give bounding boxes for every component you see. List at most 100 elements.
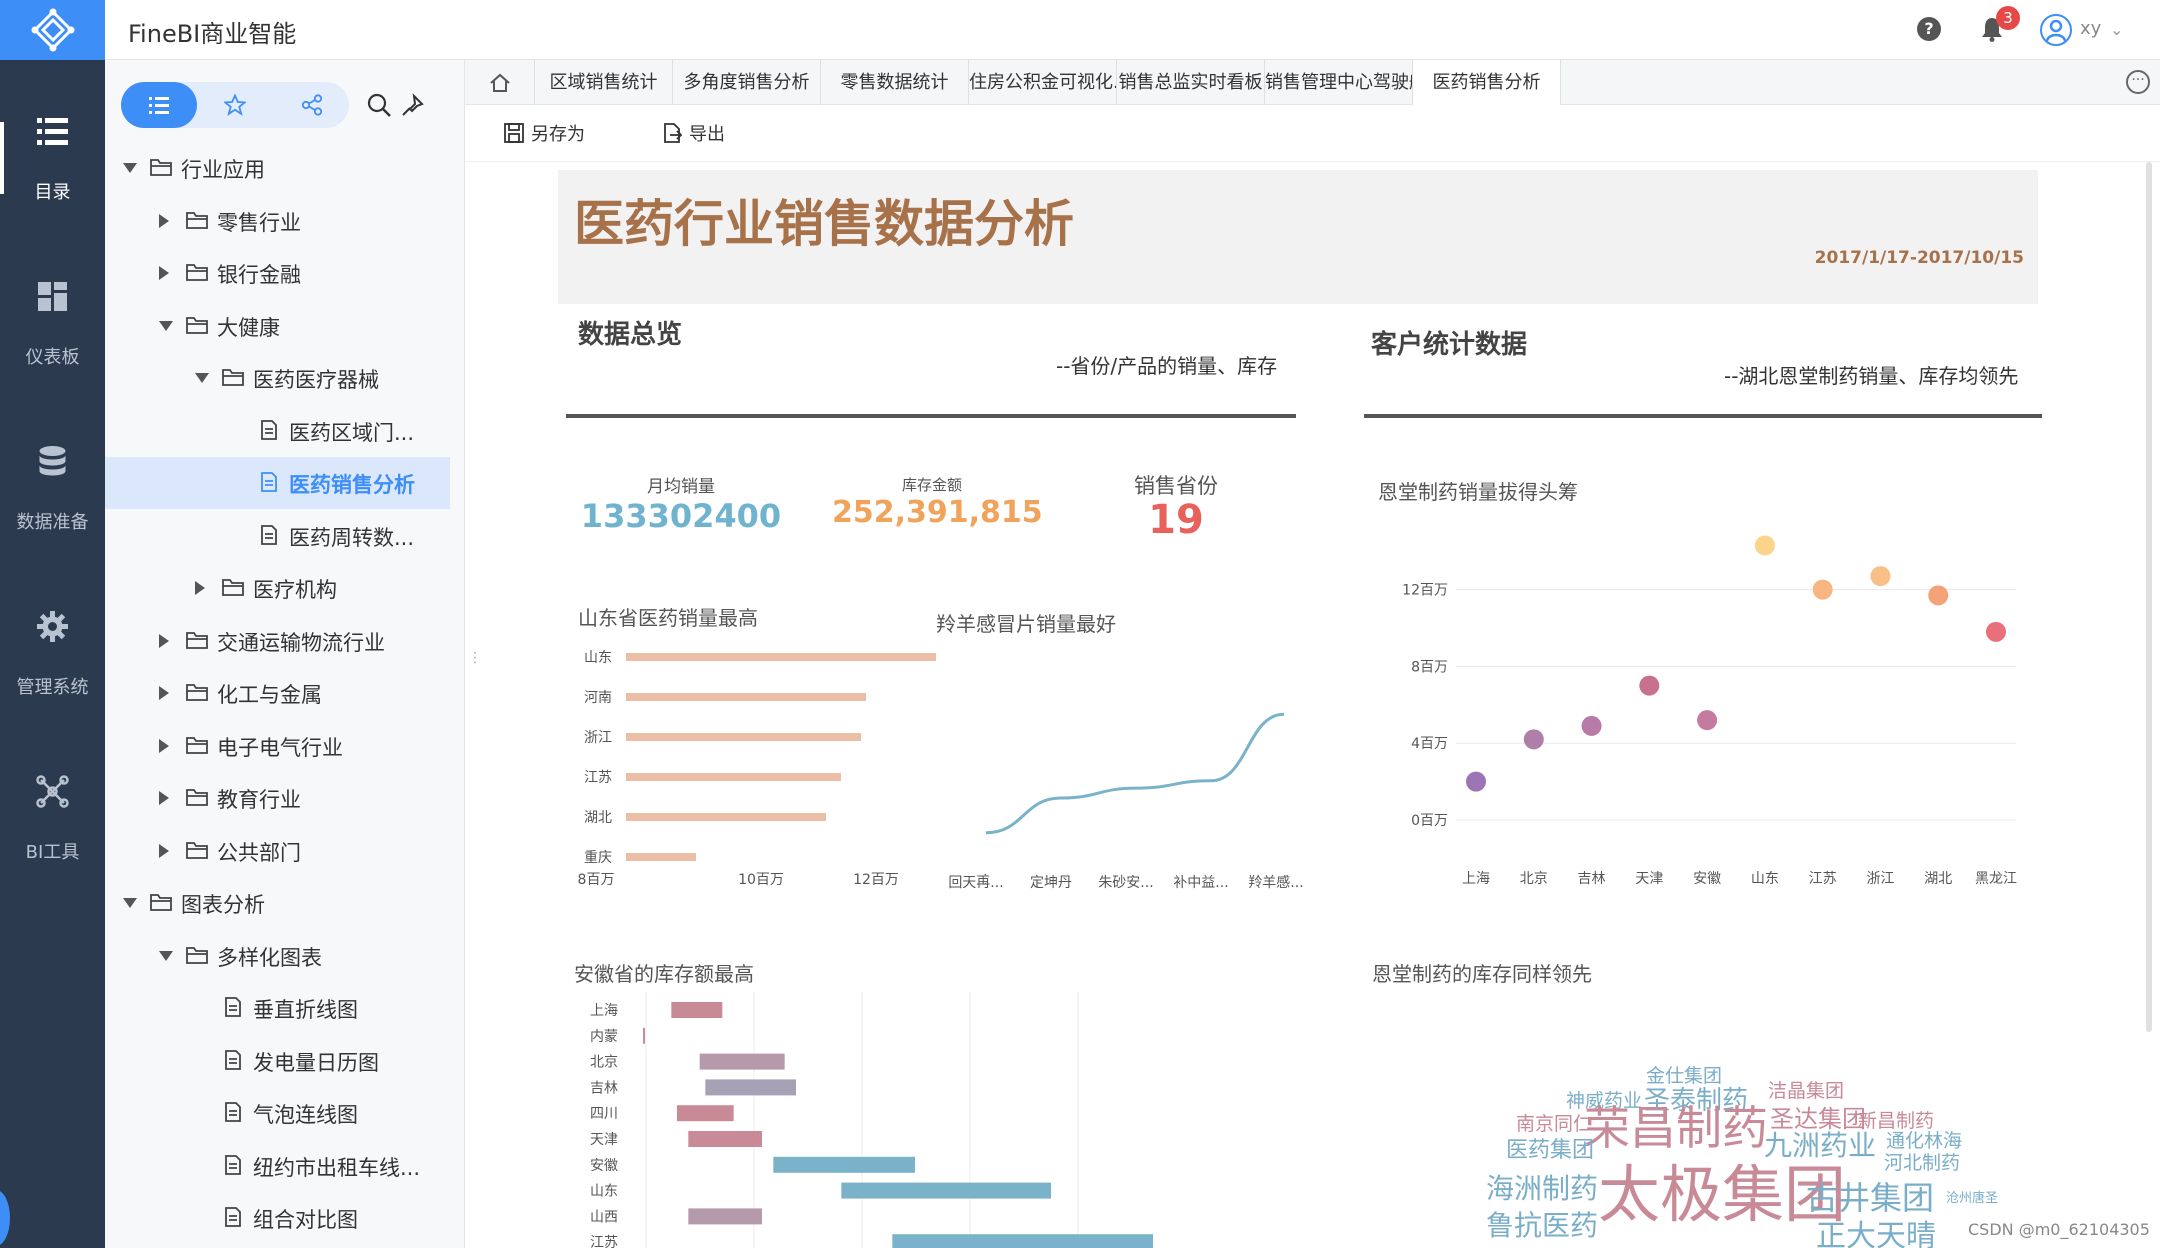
tree-row[interactable]: 组合对比图: [105, 1192, 450, 1244]
export-button[interactable]: 导出: [661, 120, 725, 146]
caret-right-icon[interactable]: [195, 581, 205, 595]
tree-row[interactable]: 医疗机构: [105, 562, 450, 614]
tab-sales-cockpit[interactable]: 销售管理中心驾驶舱: [1265, 60, 1413, 105]
range-bar[interactable]: [643, 1027, 645, 1044]
range-bar[interactable]: [677, 1105, 734, 1122]
scatter-point[interactable]: [1986, 621, 2006, 642]
caret-right-icon[interactable]: [159, 633, 169, 648]
wordcloud-word[interactable]: 通化林海: [1886, 1132, 1962, 1151]
view-list-button[interactable]: [121, 82, 197, 128]
tree-row[interactable]: 医药销售分析: [105, 457, 450, 509]
tree-row[interactable]: 银行金融: [105, 247, 450, 299]
dashboard-scrollbar[interactable]: [2146, 162, 2152, 1032]
tree-row[interactable]: 垂直折线图: [105, 982, 450, 1034]
scatter-point[interactable]: [1697, 710, 1718, 731]
bar[interactable]: [626, 853, 696, 861]
bar[interactable]: [626, 653, 936, 661]
range-bar[interactable]: [705, 1079, 796, 1096]
caret-down-icon[interactable]: [123, 163, 137, 173]
tree-row[interactable]: 医药周转数...: [105, 510, 450, 562]
scatter-point[interactable]: [1466, 771, 1486, 792]
tree-row[interactable]: 交通运输物流行业: [105, 615, 450, 667]
caret-right-icon[interactable]: [159, 791, 169, 805]
tab-retail-stats[interactable]: 零售数据统计: [821, 60, 969, 105]
range-bar[interactable]: [671, 1002, 723, 1018]
tree-row[interactable]: 医药区域门...: [105, 405, 450, 457]
wordcloud-word[interactable]: 鲁抗医药: [1486, 1212, 1598, 1240]
more-options-icon[interactable]: ···: [2126, 70, 2150, 94]
nav-item-management[interactable]: 管理系统: [0, 555, 105, 720]
wordcloud-word[interactable]: 九洲药业: [1764, 1132, 1876, 1160]
tree-row[interactable]: 行业应用: [105, 142, 450, 194]
tree-row[interactable]: 大健康: [105, 300, 450, 352]
bar[interactable]: [626, 733, 861, 741]
scatter-point[interactable]: [1928, 585, 1949, 606]
tree-row[interactable]: 多样化图表: [105, 930, 450, 982]
bar[interactable]: [626, 813, 826, 821]
nav-item-bi-tools[interactable]: BI工具: [0, 720, 105, 885]
range-bar[interactable]: [688, 1208, 762, 1225]
tree-row[interactable]: 纽约市出租车线...: [105, 1140, 450, 1192]
wordcloud-word[interactable]: 沧州唐圣: [1946, 1192, 1998, 1205]
nav-item-data-prep[interactable]: 数据准备: [0, 390, 105, 555]
wordcloud-word[interactable]: 医药集团: [1506, 1140, 1594, 1162]
tree-row[interactable]: 零售行业: [105, 195, 450, 247]
scatter-point[interactable]: [1870, 566, 1891, 587]
star-icon[interactable]: [224, 94, 246, 116]
tree-row[interactable]: 气泡连线图: [105, 1087, 450, 1139]
caret-right-icon[interactable]: [159, 738, 169, 753]
wordcloud-word[interactable]: 古井集团: [1806, 1182, 1934, 1214]
wordcloud-word[interactable]: 南京同仁: [1516, 1115, 1592, 1134]
wordcloud-word[interactable]: 海洲制药: [1486, 1175, 1598, 1203]
range-bar[interactable]: [699, 1053, 785, 1070]
caret-right-icon[interactable]: [159, 843, 169, 858]
scatter-point[interactable]: [1812, 579, 1833, 600]
scatter-point[interactable]: [1639, 675, 1660, 696]
caret-down-icon[interactable]: [159, 950, 173, 961]
user-name[interactable]: xy: [2080, 18, 2101, 39]
caret-down-icon[interactable]: [123, 898, 137, 908]
tab-sales-director-board[interactable]: 销售总监实时看板: [1117, 60, 1265, 105]
tree-row[interactable]: 医药医疗器械: [105, 352, 450, 404]
tree-row[interactable]: 公共部门: [105, 825, 450, 877]
caret-right-icon[interactable]: [159, 266, 169, 280]
bar[interactable]: [626, 693, 866, 701]
home-tab[interactable]: [465, 60, 535, 105]
range-bar[interactable]: [688, 1131, 762, 1147]
tab-pharma-sales[interactable]: 医药销售分析: [1413, 60, 1561, 105]
wordcloud-word[interactable]: 荣昌制药: [1584, 1105, 1768, 1151]
tree-row[interactable]: 电子电气行业: [105, 720, 450, 772]
wordcloud-word[interactable]: 河北制药: [1884, 1154, 1960, 1173]
scatter-point[interactable]: [1581, 715, 1602, 736]
range-bar[interactable]: [892, 1234, 1153, 1248]
user-avatar[interactable]: [2040, 14, 2072, 46]
search-icon[interactable]: [366, 92, 392, 118]
wordcloud-word[interactable]: 金仕集团: [1646, 1067, 1722, 1086]
finebi-logo[interactable]: [0, 0, 105, 60]
bar[interactable]: [626, 773, 841, 781]
caret-right-icon[interactable]: [159, 686, 169, 700]
locate-pin-icon[interactable]: [400, 92, 426, 118]
range-bar[interactable]: [841, 1182, 1051, 1199]
range-bar[interactable]: [773, 1156, 915, 1173]
wordcloud-word[interactable]: 正大天晴: [1816, 1222, 1936, 1248]
nav-item-catalog[interactable]: 目录: [0, 60, 105, 225]
line-series[interactable]: [985, 712, 1285, 835]
chevron-down-icon[interactable]: ⌄: [2110, 20, 2123, 39]
scatter-point[interactable]: [1523, 729, 1544, 750]
panel-resize-handle[interactable]: ⋮: [468, 650, 482, 666]
caret-down-icon[interactable]: [195, 373, 209, 383]
tab-housing-fund[interactable]: 住房公积金可视化...: [969, 60, 1117, 105]
tree-row[interactable]: 发电量日历图: [105, 1035, 450, 1087]
caret-right-icon[interactable]: [159, 213, 169, 228]
scatter-point[interactable]: [1754, 535, 1775, 556]
tab-multi-angle-sales[interactable]: 多角度销售分析: [673, 60, 821, 105]
tree-row[interactable]: 化工与金属: [105, 667, 450, 719]
wordcloud-word[interactable]: 圣达集团: [1770, 1107, 1866, 1131]
share-icon[interactable]: [301, 94, 323, 116]
save-as-button[interactable]: 另存为: [503, 120, 585, 146]
caret-down-icon[interactable]: [159, 320, 173, 331]
wordcloud-word[interactable]: 洁晶集团: [1768, 1082, 1844, 1101]
help-icon[interactable]: ?: [1917, 17, 1941, 41]
tab-regional-sales[interactable]: 区域销售统计: [535, 60, 673, 105]
